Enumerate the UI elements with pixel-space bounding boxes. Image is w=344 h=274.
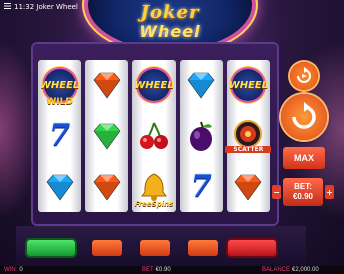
status-bar: WIN: 0 BET €0.90 BALANCE €2,000.00 [0,266,344,274]
spin-icon [292,102,316,129]
logo-line1: Joker [140,2,200,23]
status-bet-label: BET [142,267,154,273]
autoplay-button[interactable] [290,62,318,90]
bet-value: €0.90 [292,192,314,201]
max-bet-button[interactable]: MAX [283,147,325,169]
balance-value: €2,000.00 [292,267,319,273]
seven-symbol-icon: 7 [190,169,212,205]
wild-label: WILD [46,97,73,108]
reel-cell: FreeSpins [135,168,173,208]
reel-cell: 7 [182,168,220,206]
reel-cell [88,168,126,206]
freespins-label: FreeSpins [134,199,174,208]
wheel-symbol-icon: WHEEL [229,69,268,102]
balance-status: BALANCE €2,000.00 [262,266,319,274]
status-bet-value: €0.90 [155,267,171,273]
spin-button[interactable] [281,94,327,140]
seven-symbol-icon: 7 [49,118,71,154]
diamond-symbol-icon [187,73,215,99]
diamond-symbol-icon [93,73,121,99]
bell-symbol-icon [141,173,167,201]
reel-cell: WHEEL [134,66,174,104]
reel-grid: WHEEL WILD 7 WHEEL FreeSpins 7 WHEEL SCATTER [38,60,272,212]
reel-cell [41,168,79,206]
orange-panel-button-3[interactable] [188,240,218,256]
reel-5: WHEEL SCATTER [225,60,272,212]
reel-cell [88,66,126,104]
wheel-text: WHEEL [134,79,174,91]
reel-cell: 7 [41,117,79,155]
reel-1: WHEEL WILD 7 [38,60,82,212]
wheel-symbol-icon: WHEEL [134,69,174,102]
bet-status: BET €0.90 [142,266,171,274]
diamond-symbol-icon [46,174,73,201]
diamond-symbol-icon [235,174,262,201]
diamond-symbol-icon [93,174,121,201]
diamond-symbol-icon [93,123,121,150]
game-logo: Joker Wheel [70,0,270,50]
reel-3: WHEEL FreeSpins [132,60,176,212]
win-value: 0 [19,267,23,273]
bet-decrease-button[interactable]: − [272,185,281,199]
red-panel-button[interactable] [228,240,276,256]
reel-cell: WHEEL WILD [39,66,80,108]
reel-2 [85,60,129,212]
win-status: WIN: 0 [4,266,23,274]
reel-cell [135,117,173,155]
reel-4: 7 [179,60,223,212]
bet-display: BET: €0.90 [283,178,323,206]
win-label: WIN: [4,267,18,273]
menu-icon[interactable] [4,3,11,11]
orange-panel-button-2[interactable] [140,240,170,256]
bet-label: BET: [294,182,312,191]
reel-cell [229,168,267,206]
wheel-text: WHEEL [228,79,269,91]
plum-symbol-icon [190,121,213,151]
green-panel-button[interactable] [27,240,75,256]
reel-cell [182,66,220,104]
orange-panel-button-1[interactable] [92,240,122,256]
autoplay-icon [297,67,311,83]
reel-cell [182,117,220,155]
wheel-text: WHEEL [39,79,80,91]
cherry-symbol-icon [140,122,168,149]
scatter-label: SCATTER [225,145,272,153]
top-bar: 11:32 Joker Wheel [0,0,82,14]
reel-cell: SCATTER [225,117,272,155]
bet-increase-button[interactable]: + [325,185,334,199]
balance-label: BALANCE [262,267,291,273]
logo-line2: Wheel [139,22,201,41]
reel-cell [88,117,126,155]
reel-cell: WHEEL [229,66,268,104]
game-title: 11:32 Joker Wheel [14,3,78,11]
